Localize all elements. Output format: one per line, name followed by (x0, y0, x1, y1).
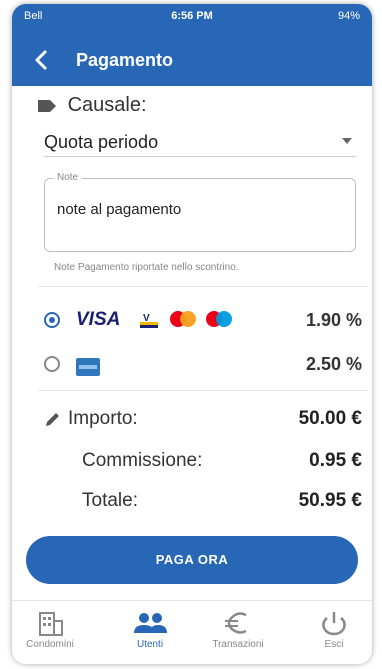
amex-icon (76, 358, 100, 376)
tab-condomini[interactable]: Condomini (14, 609, 86, 664)
tab-esci[interactable]: Esci (298, 609, 370, 664)
battery-label: 94% (337, 10, 360, 22)
phone-frame: Bell 6:56 PM 94% Pagamento Causale: Quot… (12, 4, 372, 664)
status-bar: Bell 6:56 PM 94% (12, 4, 372, 34)
pay-now-button[interactable]: PAGA ORA (26, 536, 358, 584)
radio-selected[interactable] (44, 312, 60, 328)
causale-row: Causale: (38, 94, 147, 117)
causale-label: Causale: (67, 94, 147, 116)
label-tag-icon (38, 99, 56, 112)
tab-utenti[interactable]: Utenti (114, 609, 186, 664)
building-icon (39, 612, 63, 636)
radio-unselected[interactable] (44, 356, 60, 372)
tab-label: Utenti (136, 639, 164, 650)
visa-logo: VISA (76, 309, 121, 330)
payment-method-cards[interactable]: VISA V 1.90 % (38, 300, 368, 340)
fee-percent: 1.90 % (305, 310, 362, 330)
tab-label: Condomini (26, 639, 74, 650)
importo-row: Importo: 50.00 € (38, 402, 368, 438)
tab-label: Transazioni (212, 639, 264, 650)
notes-textarea[interactable]: Note note al pagamento (44, 172, 356, 252)
notes-value: note al pagamento (57, 201, 182, 218)
causale-select[interactable]: Quota periodo (44, 124, 356, 157)
clock-label: 6:56 PM (171, 10, 213, 22)
bottom-tab-bar: Condomini Utenti Transazioni Esci (12, 600, 372, 664)
payment-method-amex[interactable]: 2.50 % (38, 344, 368, 384)
fee-percent: 2.50 % (305, 354, 362, 374)
euro-icon (225, 612, 247, 634)
visa-electron-icon: V (140, 313, 158, 328)
tab-label: Esci (324, 639, 344, 650)
divider (38, 286, 368, 287)
notes-hint: Note Pagamento riportate nello scontrino… (54, 262, 239, 273)
chevron-down-icon (342, 138, 352, 144)
commissione-label: Commissione: (82, 450, 203, 471)
mastercard-icon (170, 311, 196, 327)
pencil-icon[interactable] (44, 410, 62, 428)
divider (38, 390, 368, 391)
commissione-row: Commissione: 0.95 € (38, 444, 368, 480)
maestro-icon (206, 311, 232, 327)
app-bar: Pagamento (12, 34, 372, 86)
totale-row: Totale: 50.95 € (38, 484, 368, 520)
users-icon (134, 613, 167, 633)
notes-legend: Note (53, 172, 83, 183)
causale-select-value: Quota periodo (44, 132, 159, 152)
importo-value: 50.00 € (298, 408, 362, 429)
payment-form: Causale: Quota periodo Note note al paga… (12, 86, 372, 586)
importo-label: Importo: (68, 408, 138, 429)
totale-label: Totale: (82, 490, 138, 511)
totale-value: 50.95 € (298, 490, 362, 511)
tab-transazioni[interactable]: Transazioni (202, 609, 274, 664)
page-title: Pagamento (76, 50, 174, 70)
back-arrow-icon[interactable] (30, 48, 54, 72)
commissione-value: 0.95 € (309, 450, 362, 471)
power-icon (322, 612, 346, 636)
